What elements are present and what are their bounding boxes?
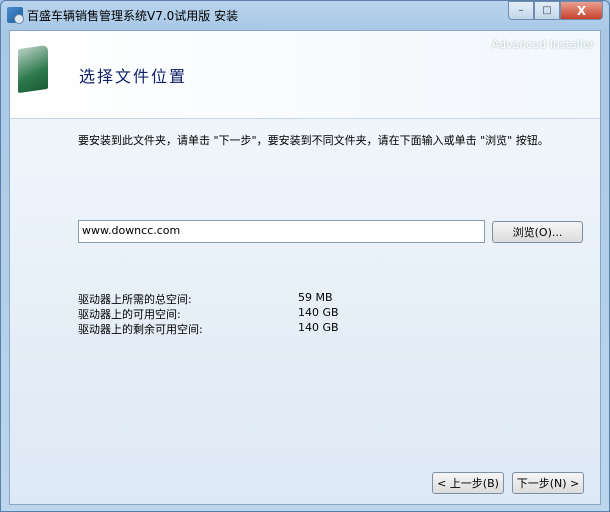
space-label-available: 驱动器上的可用空间: [78, 308, 181, 321]
brand-label: Advanced Installer [491, 38, 594, 51]
app-icon [7, 7, 24, 24]
space-label-remaining: 驱动器上的剩余可用空间: [78, 323, 203, 336]
space-value-remaining: 140 GB [298, 321, 339, 334]
header-banner: Advanced Installer 选择文件位置 [10, 31, 600, 119]
next-button[interactable]: 下一步(N) > [512, 472, 584, 494]
space-label-required: 驱动器上所需的总空间: [78, 293, 192, 306]
close-button[interactable]: X [560, 1, 603, 20]
installer-window: 百盛车辆销售管理系统V7.0试用版 安装 – □ X Advanced Inst… [0, 0, 610, 512]
client-area: Advanced Installer 选择文件位置 要安装到此文件夹，请单击 "… [9, 30, 601, 505]
install-path-input[interactable]: www.downcc.com [78, 220, 485, 243]
minimize-button[interactable]: – [508, 1, 534, 20]
space-value-required: 59 MB [298, 291, 333, 304]
back-button[interactable]: < 上一步(B) [432, 472, 504, 494]
instruction-text: 要安装到此文件夹，请单击 "下一步"，要安装到不同文件夹，请在下面输入或单击 "… [78, 134, 549, 147]
window-title: 百盛车辆销售管理系统V7.0试用版 安装 [27, 9, 239, 23]
browse-button[interactable]: 浏览(O)... [492, 221, 583, 243]
folder-icon [18, 44, 48, 94]
page-title: 选择文件位置 [79, 67, 188, 86]
title-bar[interactable]: 百盛车辆销售管理系统V7.0试用版 安装 – □ X [1, 1, 609, 30]
space-value-available: 140 GB [298, 306, 339, 319]
maximize-button[interactable]: □ [534, 1, 560, 20]
